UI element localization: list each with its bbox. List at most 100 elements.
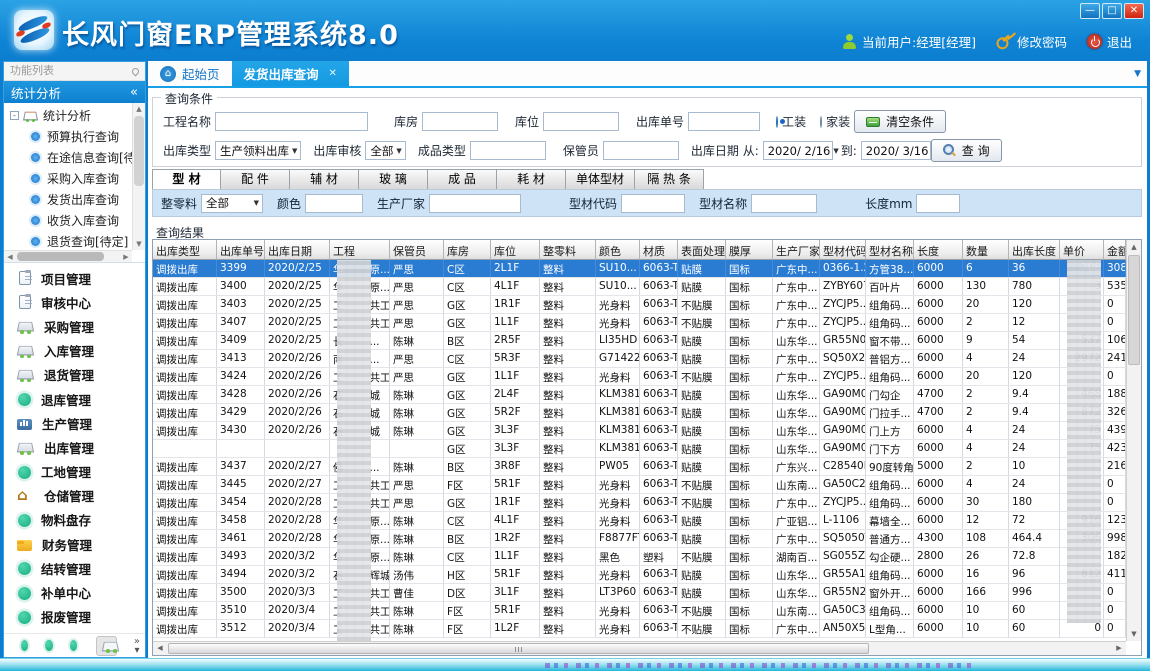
column-header-9[interactable]: 材质 <box>640 240 678 260</box>
sidebar-group-11[interactable]: 财务管理 <box>4 532 145 556</box>
column-header-10[interactable]: 表面处理 <box>678 240 726 260</box>
table-row-5[interactable]: 调拨出库34132020/2/26南...严思C区5R3F整料G71422606… <box>153 350 1126 368</box>
stats-section-header[interactable]: 统计分析 « <box>4 81 145 103</box>
column-header-1[interactable]: 出库单号 <box>217 240 265 260</box>
outbound-type-select[interactable]: 生产领料出库▼ <box>215 141 301 160</box>
change-password-button[interactable]: 修改密码 <box>996 32 1067 51</box>
maximize-button[interactable]: □ <box>1102 3 1122 19</box>
tree-item-1[interactable]: 在途信息查询[待 <box>4 147 132 168</box>
tab-0[interactable]: ⌂起始页 <box>148 61 232 86</box>
column-header-4[interactable]: 保管员 <box>390 240 444 260</box>
material-tab-1[interactable]: 配 件 <box>221 169 290 190</box>
pin-icon[interactable] <box>131 66 141 76</box>
column-header-19[interactable]: 金额 <box>1104 240 1126 260</box>
work-clothing-radio[interactable] <box>776 116 778 128</box>
column-header-7[interactable]: 整零料 <box>540 240 596 260</box>
scroll-right-icon[interactable]: ▶ <box>1112 642 1126 655</box>
table-row-16[interactable]: 调拨出库34932020/3/2华原...陈琳C区1L1F整料黑色塑料不贴膜国标… <box>153 548 1126 566</box>
scroll-up-icon[interactable]: ▲ <box>1127 240 1141 254</box>
location-input[interactable] <box>543 112 619 131</box>
outbound-audit-select[interactable]: 全部▼ <box>365 141 405 160</box>
project-name-input[interactable] <box>215 112 368 131</box>
collapse-icon[interactable]: « <box>130 85 138 100</box>
tree-root[interactable]: - 统计分析 <box>4 105 132 126</box>
scroll-down-icon[interactable]: ▼ <box>133 238 145 250</box>
product-type-input[interactable] <box>470 141 546 160</box>
column-header-12[interactable]: 生产厂家 <box>773 240 820 260</box>
table-row-12[interactable]: 调拨出库34452020/2/27工共工程严思F区5R1F整料光身料6063-T… <box>153 476 1126 494</box>
table-row-20[interactable]: 调拨出库35122020/3/4工共工程陈琳F区1L2F整料光身料6063-T5… <box>153 620 1126 638</box>
table-row-13[interactable]: 调拨出库34542020/2/28工共工程严思G区1R1F整料光身料6063-T… <box>153 494 1126 512</box>
material-tab-0[interactable]: 型 材 <box>152 169 221 190</box>
tree-vertical-scrollbar[interactable]: ▲ ▼ <box>132 103 145 250</box>
table-row-8[interactable]: 调拨出库34292020/2/26石城陈琳G区5R2F整料KLM38176063… <box>153 404 1126 422</box>
column-header-8[interactable]: 颜色 <box>596 240 640 260</box>
tree-item-4[interactable]: 收货入库查询 <box>4 210 132 231</box>
order-no-input[interactable] <box>688 112 760 131</box>
sidebar-group-5[interactable]: 退库管理 <box>4 387 145 411</box>
table-row-14[interactable]: 调拨出库34582020/2/28华原...陈琳C区4L1F整料光身料6063-… <box>153 512 1126 530</box>
table-row-0[interactable]: 调拨出库33992020/2/25华原...严思C区2L1F整料SU10...6… <box>153 260 1126 278</box>
column-header-15[interactable]: 长度 <box>914 240 963 260</box>
table-row-9[interactable]: 调拨出库34302020/2/26石城陈琳G区3L3F整料KLM38176063… <box>153 422 1126 440</box>
table-row-11[interactable]: 调拨出库34372020/2/27佛...陈琳B区3R8F整料PW056063-… <box>153 458 1126 476</box>
scroll-up-icon[interactable]: ▲ <box>133 103 145 115</box>
profile-name-input[interactable] <box>751 194 817 213</box>
clear-conditions-button[interactable]: 清空条件 <box>854 110 946 133</box>
table-row-6[interactable]: 调拨出库34242020/2/26工共工程严思G区1L1F整料光身料6063-T… <box>153 368 1126 386</box>
tree-item-5[interactable]: 退货查询[待定] <box>4 231 132 250</box>
tree-item-3[interactable]: 发货出库查询 <box>4 189 132 210</box>
keeper-input[interactable] <box>603 141 679 160</box>
sidebar-group-6[interactable]: 生产管理 <box>4 411 145 435</box>
sidebar-group-8[interactable]: 工地管理 <box>4 460 145 484</box>
sidebar-group-13[interactable]: 补单中心 <box>4 580 145 604</box>
table-row-19[interactable]: 调拨出库35102020/3/4工共工程陈琳F区5R1F整料光身料6063-T5… <box>153 602 1126 620</box>
home-clothing-radio[interactable] <box>820 116 822 128</box>
column-header-6[interactable]: 库位 <box>491 240 540 260</box>
sidebar-group-3[interactable]: 入库管理 <box>4 339 145 363</box>
table-row-4[interactable]: 调拨出库34092020/2/25长...陈琳B区2R5F整料LI35HD606… <box>153 332 1126 350</box>
tree-horizontal-scrollbar[interactable]: ◀ ▶ <box>4 250 132 262</box>
warehouse-input[interactable] <box>422 112 498 131</box>
column-header-18[interactable]: 单价 <box>1060 240 1104 260</box>
module-dot-button-1[interactable] <box>21 640 28 651</box>
tab-list-chevron-icon[interactable]: ▼ <box>1134 69 1141 79</box>
tab-close-icon[interactable]: ✕ <box>329 68 337 79</box>
table-row-15[interactable]: 调拨出库34612020/2/28华原...陈琳B区1R2F整料F8877FT6… <box>153 530 1126 548</box>
scroll-down-icon[interactable]: ▼ <box>1127 627 1141 641</box>
search-button[interactable]: 查 询 <box>931 139 1002 162</box>
tab-1[interactable]: 发货出库查询✕ <box>232 61 349 86</box>
scroll-right-icon[interactable]: ▶ <box>120 251 132 263</box>
sidebar-group-7[interactable]: 出库管理 <box>4 435 145 459</box>
length-input[interactable] <box>916 194 960 213</box>
table-row-3[interactable]: 调拨出库34072020/2/25工共工程严思G区1L1F整料光身料6063-T… <box>153 314 1126 332</box>
column-header-0[interactable]: 出库类型 <box>153 240 217 260</box>
grid-vertical-scrollbar[interactable]: ▲ ▼ <box>1126 240 1141 641</box>
material-tab-6[interactable]: 单体型材 <box>566 169 635 190</box>
table-row-1[interactable]: 调拨出库34002020/2/25华原...严思C区4L1F整料SU10...6… <box>153 278 1126 296</box>
date-to-select[interactable]: 2020/ 3/16▼ <box>861 141 931 160</box>
material-tab-3[interactable]: 玻 璃 <box>359 169 428 190</box>
manufacturer-input[interactable] <box>429 194 521 213</box>
column-header-14[interactable]: 型材名称 <box>866 240 914 260</box>
sidebar-group-9[interactable]: ⌂仓储管理 <box>4 484 145 508</box>
sidebar-group-12[interactable]: 结转管理 <box>4 556 145 580</box>
tree-expander-icon[interactable]: - <box>10 111 19 120</box>
logout-button[interactable]: 退出 <box>1087 32 1132 51</box>
sidebar-group-4[interactable]: 退货管理 <box>4 363 145 387</box>
sidebar-group-1[interactable]: 审核中心 <box>4 290 145 314</box>
date-from-select[interactable]: 2020/ 2/16▼ <box>763 141 833 160</box>
minimize-button[interactable]: — <box>1080 3 1100 19</box>
color-input[interactable] <box>305 194 363 213</box>
module-dot-button-2[interactable] <box>45 640 52 651</box>
tree-item-2[interactable]: 采购入库查询 <box>4 168 132 189</box>
module-dot-button-3[interactable] <box>70 640 77 651</box>
column-header-3[interactable]: 工程 <box>330 240 390 260</box>
sidebar-group-2[interactable]: 采购管理 <box>4 314 145 338</box>
column-header-13[interactable]: 型材代码 <box>820 240 866 260</box>
table-row-7[interactable]: 调拨出库34282020/2/26石城陈琳G区2L4F整料KLM38176063… <box>153 386 1126 404</box>
table-row-10[interactable]: G区3L3F整料KLM38176063-T5贴膜国标山东华...GA90M09.… <box>153 440 1126 458</box>
material-tab-4[interactable]: 成 品 <box>428 169 497 190</box>
table-row-18[interactable]: 调拨出库35002020/3/3工共工程曹佳D区3L1F整料LT3P606063… <box>153 584 1126 602</box>
column-header-11[interactable]: 膜厚 <box>726 240 773 260</box>
